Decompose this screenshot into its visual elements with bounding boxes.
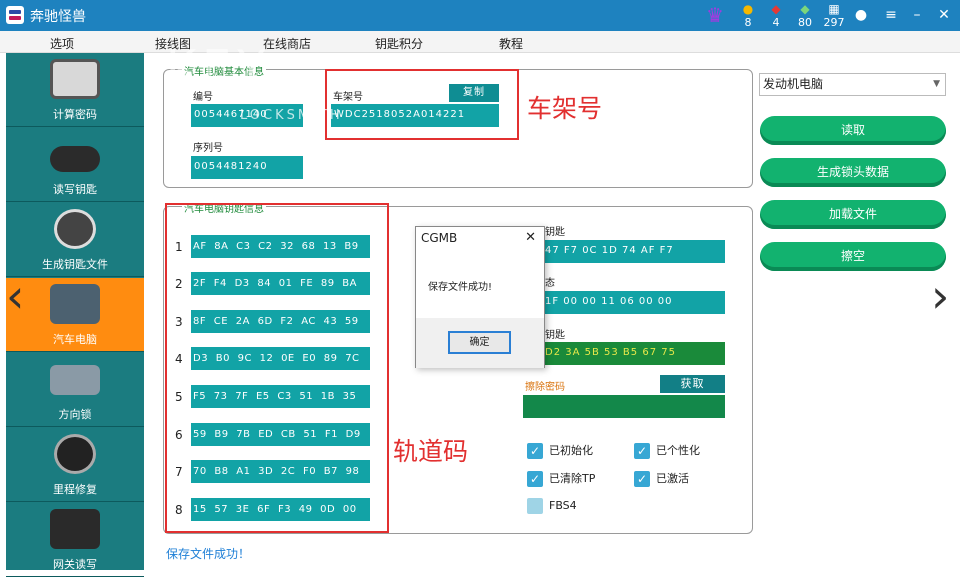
gem-icon: ◆ [800,2,810,16]
check-icon: ✓ [634,443,650,459]
ruby-count: 4 [772,16,780,29]
generate-lock-data-button[interactable]: 生成锁头数据 [760,158,946,187]
odometer-icon [54,434,96,474]
vin-annotation: 车架号 [527,94,603,123]
erase-password-field[interactable] [523,395,725,418]
close-icon[interactable]: ✕ [935,6,953,24]
watermark-subtext: LOCKSMITH [240,108,343,123]
minimize-icon[interactable]: – [908,6,926,24]
check-icon: ✓ [527,471,543,487]
track-code-annotation: 轨道码 [393,437,469,466]
menu-tutorial[interactable]: 教程 [499,35,523,52]
key-file-icon [54,209,96,249]
menu-bar: 选项 接线图 在线商店 钥匙积分 教程 [0,31,960,53]
coin-stat: ● 8 [737,2,759,29]
right-field-3[interactable]: D2 3A 5B 53 B5 67 75 [523,342,725,365]
checkbox-fbs4[interactable]: FBS4 [527,498,577,514]
dialog-title: CGMB [421,231,458,245]
title-bar: 奔驰怪兽 ♛ ● 8 ◆ 4 ◆ 80 ▦ 297 ● ≡ – ✕ [0,0,960,31]
checkbox-initialized[interactable]: ✓ 已初始化 [527,442,593,459]
sidebar-item-steering-lock[interactable]: 方向锁 [6,353,144,427]
serial-label: 序列号 [193,143,223,154]
menu-icon[interactable]: ≡ [882,6,900,24]
dialog-message: 保存文件成功! [428,282,493,293]
sidebar-item-generate-key-file[interactable]: 生成钥匙文件 [6,203,144,277]
sidebar: 计算密码 读写钥匙 生成钥匙文件 汽车电脑 方向锁 里程修复 网关读写 [6,53,144,577]
chevron-down-icon: ▼ [933,79,940,89]
sidebar-item-odometer[interactable]: 里程修复 [6,428,144,502]
vin-highlight-box [325,69,519,140]
erase-button[interactable]: 擦空 [760,242,946,271]
right-field-2[interactable]: 1F 00 00 11 06 00 00 [523,291,725,314]
app-title: 奔驰怪兽 [30,9,86,25]
sidebar-item-gateway[interactable]: 网关读写 [6,503,144,577]
serial-field[interactable]: 0054481240 [191,156,303,179]
steering-lock-icon [50,365,100,395]
vip-crown-icon: ♛ [706,3,724,27]
ecu-type-select[interactable]: 发动机电脑 ▼ [759,73,946,96]
right-label-2: 态 [545,278,555,289]
right-label-3: 钥匙 [545,330,565,341]
ruby-icon: ◆ [771,2,781,16]
read-button[interactable]: 读取 [760,116,946,145]
device-icon [50,59,100,99]
check-icon: ✓ [527,443,543,459]
coin-count: 8 [744,16,752,29]
ecu-type-value: 发动机电脑 [763,77,824,91]
calendar-icon: ▦ [828,2,840,16]
ecu-icon [50,284,100,324]
nav-right-arrow-icon[interactable]: › [931,270,949,322]
fetch-button[interactable]: 获取 [660,375,725,393]
load-file-button[interactable]: 加载文件 [760,200,946,229]
sidebar-item-ecu[interactable]: 汽车电脑 [6,278,144,352]
checkbox-tp-cleared[interactable]: ✓ 已清除TP [527,470,595,487]
car-key-icon [50,146,100,172]
dialog-ok-button[interactable]: 确定 [448,331,511,354]
coin-icon: ● [742,2,754,16]
gateway-icon [50,509,100,549]
unchecked-box-icon [527,498,543,514]
status-message: 保存文件成功！ [166,547,251,561]
ruby-stat: ◆ 4 [765,2,787,29]
checkbox-activated[interactable]: ✓ 已激活 [634,470,689,487]
gem-stat: ◆ 80 [794,2,816,29]
check-icon: ✓ [634,471,650,487]
menu-options[interactable]: 选项 [50,35,74,52]
nav-left-arrow-icon[interactable]: ‹ [6,270,24,322]
sidebar-item-read-write-key[interactable]: 读写钥匙 [6,128,144,202]
right-label-1: 钥匙 [545,227,565,238]
menu-key-points[interactable]: 钥匙积分 [375,35,423,52]
checkbox-personalized[interactable]: ✓ 已个性化 [634,442,700,459]
sidebar-item-calc-password[interactable]: 计算密码 [6,53,144,127]
user-icon[interactable]: ● [852,6,870,24]
right-field-1[interactable]: 47 F7 0C 1D 74 AF F7 [523,240,725,263]
app-logo-icon [6,6,24,24]
message-dialog: CGMB ✕ 保存文件成功! 确定 [415,226,545,368]
calendar-stat: ▦ 297 [822,2,846,29]
gem-count: 80 [798,16,812,29]
dialog-footer: 确定 [416,318,544,368]
watermark-text: KEY [166,40,272,94]
track-code-highlight-box [165,203,389,533]
dialog-close-icon[interactable]: ✕ [525,230,536,245]
days-count: 297 [823,16,845,29]
erase-password-label: 擦除密码 [525,382,565,393]
